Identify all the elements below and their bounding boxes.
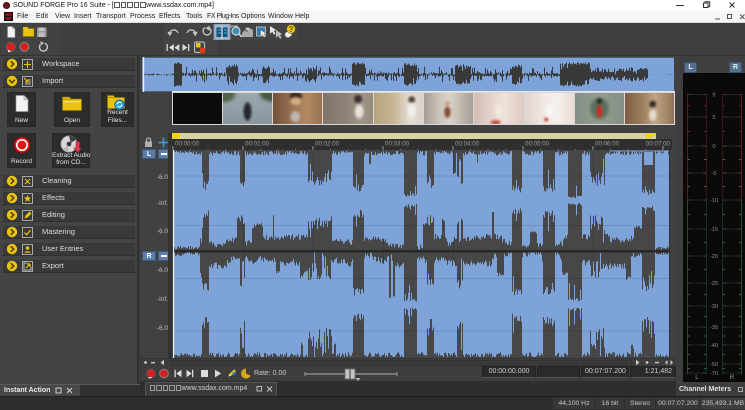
svg-text:00:01:00: 00:01:00 — [245, 141, 270, 148]
svg-text:-20: -20 — [710, 254, 718, 260]
svg-text:-35: -35 — [710, 325, 718, 331]
svg-text:00:07:00: 00:07:00 — [646, 141, 671, 148]
svg-text:L: L — [695, 374, 699, 381]
svg-text:00:03:00: 00:03:00 — [385, 141, 410, 148]
svg-text:-10: -10 — [710, 198, 718, 204]
svg-text:-15: -15 — [710, 227, 718, 233]
svg-text:00:05:00: 00:05:00 — [525, 141, 550, 148]
svg-text:-30: -30 — [710, 304, 718, 310]
svg-text:00:00:00: 00:00:00 — [175, 141, 200, 148]
svg-text:5: 5 — [712, 115, 715, 121]
svg-text:-50: -50 — [710, 362, 718, 368]
svg-text:00:04:00: 00:04:00 — [455, 141, 480, 148]
svg-text:00:06:00: 00:06:00 — [595, 141, 620, 148]
svg-text:-70: -70 — [710, 371, 718, 377]
svg-text:-5: -5 — [711, 171, 716, 177]
svg-text:R: R — [730, 374, 735, 381]
svg-text:00:02:00: 00:02:00 — [315, 141, 340, 148]
svg-text:-40: -40 — [710, 343, 718, 349]
svg-text:0: 0 — [712, 144, 715, 150]
svg-text:-25: -25 — [710, 281, 718, 287]
svg-text:9: 9 — [712, 93, 715, 99]
